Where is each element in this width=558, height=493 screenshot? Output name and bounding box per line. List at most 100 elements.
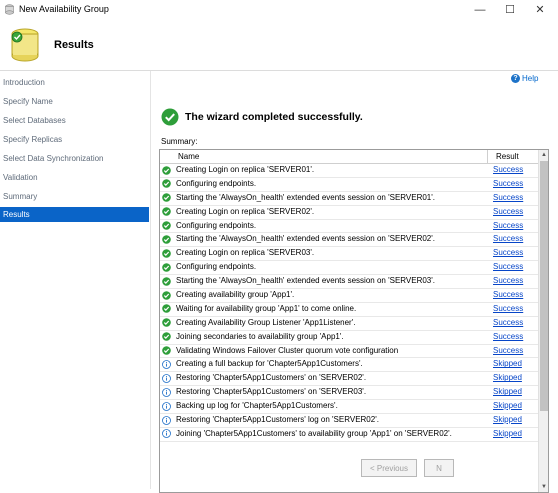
results-grid: Name Result Creating Login on replica 'S…: [159, 149, 549, 493]
column-divider[interactable]: [487, 150, 488, 163]
row-result-link[interactable]: Skipped: [493, 401, 522, 410]
success-icon: [162, 346, 171, 355]
minimize-button[interactable]: —: [466, 0, 494, 20]
row-result-link[interactable]: Success: [493, 193, 523, 202]
sidebar-item-validation[interactable]: Validation: [0, 170, 149, 185]
scroll-up-arrow-icon[interactable]: ▲: [539, 150, 548, 160]
table-row[interactable]: Joining 'Chapter5App1Customers' to avail…: [160, 428, 538, 442]
maximize-button[interactable]: ☐: [496, 0, 524, 20]
table-row[interactable]: Starting the 'AlwaysOn_health' extended …: [160, 192, 538, 206]
sidebar-item-introduction[interactable]: Introduction: [0, 75, 149, 90]
success-icon: [162, 179, 171, 189]
sidebar-item-results[interactable]: Results: [0, 207, 149, 222]
next-button[interactable]: N: [424, 459, 454, 477]
row-name: Creating Availability Group Listener 'Ap…: [176, 317, 356, 327]
row-name: Backing up log for 'Chapter5App1Customer…: [176, 401, 338, 411]
sidebar-item-specify-name[interactable]: Specify Name: [0, 94, 149, 109]
table-row[interactable]: Restoring 'Chapter5App1Customers' on 'SE…: [160, 386, 538, 401]
sidebar-item-specify-replicas[interactable]: Specify Replicas: [0, 132, 149, 147]
close-button[interactable]: ✕: [526, 0, 554, 20]
row-result-link[interactable]: Success: [493, 207, 523, 216]
table-row[interactable]: Configuring endpoints. Success: [160, 261, 538, 276]
wizard-steps-sidebar: Introduction Specify Name Select Databas…: [0, 71, 151, 489]
row-name: Creating a full backup for 'Chapter5App1…: [176, 359, 363, 369]
row-name: Starting the 'AlwaysOn_health' extended …: [176, 234, 436, 244]
table-row[interactable]: Restoring 'Chapter5App1Customers' log on…: [160, 414, 538, 428]
row-result-link[interactable]: Success: [493, 318, 523, 327]
table-row[interactable]: Configuring endpoints. Success: [160, 220, 538, 234]
row-name: Creating Login on replica 'SERVER02'.: [176, 206, 315, 216]
row-result-link[interactable]: Success: [493, 165, 523, 174]
success-icon: [162, 249, 171, 258]
row-result-link[interactable]: Success: [493, 304, 523, 313]
table-row[interactable]: Restoring 'Chapter5App1Customers' on 'SE…: [160, 372, 538, 387]
info-icon: [162, 373, 171, 383]
row-result-link[interactable]: Skipped: [493, 415, 522, 424]
row-name: Joining 'Chapter5App1Customers' to avail…: [176, 428, 452, 438]
row-name: Starting the 'AlwaysOn_health' extended …: [176, 192, 436, 202]
column-header-result[interactable]: Result: [496, 152, 519, 161]
row-result-link[interactable]: Skipped: [493, 373, 522, 382]
grid-rows: Creating Login on replica 'SERVER01'. Suc…: [160, 164, 538, 442]
table-row[interactable]: Starting the 'AlwaysOn_health' extended …: [160, 233, 538, 248]
table-row[interactable]: Configuring endpoints. Success: [160, 178, 538, 192]
table-row[interactable]: Creating Login on replica 'SERVER02'. Suc…: [160, 206, 538, 220]
row-result-link[interactable]: Success: [493, 179, 523, 188]
table-row[interactable]: Waiting for availability group 'App1' to…: [160, 303, 538, 317]
row-name: Creating Login on replica 'SERVER03'.: [176, 248, 315, 258]
title-bar: New Availability Group — ☐ ✕: [0, 0, 558, 20]
row-result-link[interactable]: Success: [493, 234, 523, 243]
column-header-name[interactable]: Name: [178, 152, 199, 161]
success-icon: [162, 332, 171, 341]
scrollbar-thumb[interactable]: [540, 161, 548, 411]
row-name: Creating availability group 'App1'.: [176, 290, 295, 300]
table-row[interactable]: Joining secondaries to availability grou…: [160, 331, 538, 345]
table-row[interactable]: Creating Login on replica 'SERVER01'. Suc…: [160, 164, 538, 178]
table-row[interactable]: Backing up log for 'Chapter5App1Customer…: [160, 400, 538, 415]
row-result-link[interactable]: Success: [493, 276, 523, 285]
row-name: Validating Windows Failover Cluster quor…: [176, 345, 399, 355]
row-name: Configuring endpoints.: [176, 262, 257, 272]
table-row[interactable]: Creating a full backup for 'Chapter5App1…: [160, 358, 538, 373]
app-icon: [5, 4, 14, 15]
row-name: Joining secondaries to availability grou…: [176, 331, 344, 341]
row-result-link[interactable]: Success: [493, 290, 523, 299]
success-icon: [162, 318, 171, 328]
success-check-icon: [161, 108, 179, 126]
info-icon: [162, 429, 171, 439]
info-icon: [162, 387, 171, 397]
row-result-link[interactable]: Skipped: [493, 359, 522, 368]
table-row[interactable]: Creating Availability Group Listener 'Ap…: [160, 317, 538, 331]
help-link[interactable]: ? Help: [511, 74, 538, 84]
row-result-link[interactable]: Success: [493, 221, 523, 230]
info-icon: [162, 415, 171, 425]
vertical-scrollbar[interactable]: ▲ ▼: [538, 150, 548, 492]
row-name: Restoring 'Chapter5App1Customers' on 'SE…: [176, 387, 367, 397]
sidebar-item-select-databases[interactable]: Select Databases: [0, 113, 149, 128]
success-message: The wizard completed successfully.: [185, 111, 363, 123]
success-icon: [162, 235, 171, 244]
results-panel: ? Help The wizard completed successfully.…: [151, 71, 558, 493]
sidebar-item-select-data-synchronization[interactable]: Select Data Synchronization: [0, 151, 149, 166]
row-result-link[interactable]: Success: [493, 332, 523, 341]
row-name: Configuring endpoints.: [176, 178, 257, 188]
row-result-link[interactable]: Skipped: [493, 429, 522, 438]
page-title: Results: [54, 39, 94, 51]
row-result-link[interactable]: Success: [493, 262, 523, 271]
table-row[interactable]: Creating Login on replica 'SERVER03'. Suc…: [160, 247, 538, 262]
sidebar-item-summary[interactable]: Summary: [0, 189, 149, 204]
success-icon: [162, 304, 171, 314]
scroll-down-arrow-icon[interactable]: ▼: [539, 482, 548, 492]
summary-label: Summary:: [161, 137, 198, 146]
previous-button[interactable]: < Previous: [361, 459, 417, 477]
table-row[interactable]: Creating availability group 'App1'. Succe…: [160, 289, 538, 303]
success-icon: [162, 165, 171, 175]
window-title: New Availability Group: [19, 4, 109, 14]
table-row[interactable]: Starting the 'AlwaysOn_health' extended …: [160, 275, 538, 290]
row-result-link[interactable]: Success: [493, 346, 523, 355]
table-row[interactable]: Validating Windows Failover Cluster quor…: [160, 345, 538, 359]
row-name: Starting the 'AlwaysOn_health' extended …: [176, 276, 436, 286]
row-result-link[interactable]: Success: [493, 248, 523, 257]
info-icon: [162, 360, 171, 369]
row-result-link[interactable]: Skipped: [493, 387, 522, 396]
